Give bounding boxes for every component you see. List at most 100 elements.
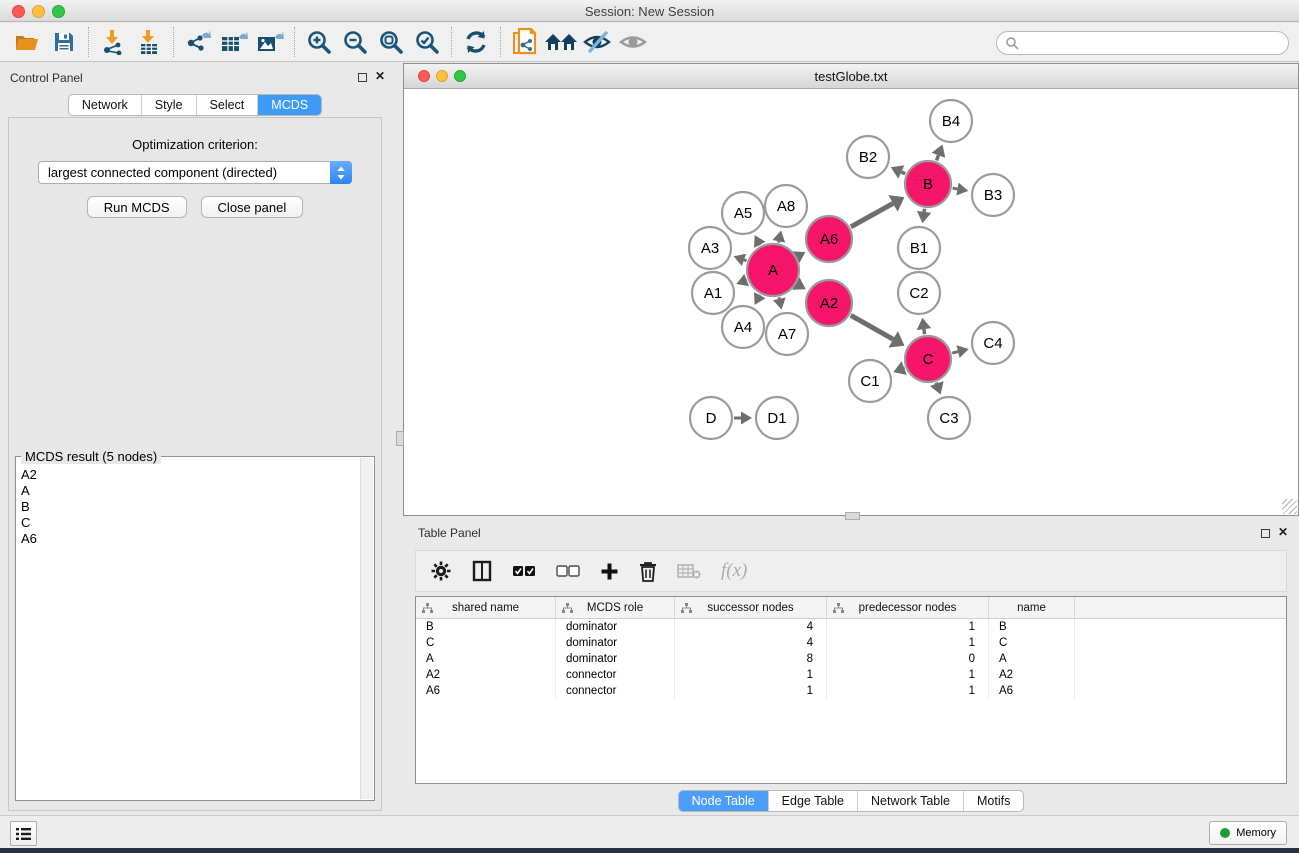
function-builder-icon[interactable]: f(x) bbox=[721, 560, 747, 582]
mcds-result-item[interactable]: C bbox=[21, 515, 374, 531]
search-input[interactable] bbox=[996, 31, 1289, 55]
node-B2[interactable]: B2 bbox=[847, 136, 889, 178]
hide-graphics-details-icon[interactable] bbox=[579, 26, 615, 58]
export-table-icon[interactable] bbox=[216, 26, 252, 58]
edge-D-D1[interactable] bbox=[734, 412, 752, 425]
open-file-icon[interactable] bbox=[10, 26, 46, 58]
node-D1[interactable]: D1 bbox=[756, 397, 798, 439]
node-B[interactable]: B bbox=[905, 161, 951, 207]
mcds-result-item[interactable]: A6 bbox=[21, 531, 374, 547]
edge-C-C2[interactable] bbox=[917, 318, 931, 334]
edge-B-B4[interactable] bbox=[932, 144, 946, 160]
node-C2[interactable]: C2 bbox=[898, 272, 940, 314]
node-A3[interactable]: A3 bbox=[689, 227, 731, 269]
column-header-name[interactable]: name bbox=[989, 597, 1075, 618]
network-overview-houses-icon[interactable] bbox=[543, 26, 579, 58]
edge-B-B2[interactable] bbox=[891, 165, 905, 178]
add-column-icon[interactable] bbox=[600, 562, 619, 581]
edge-A2-C[interactable] bbox=[851, 315, 905, 347]
select-all-icon[interactable] bbox=[512, 564, 536, 578]
node-D[interactable]: D bbox=[690, 397, 732, 439]
node-label: C3 bbox=[939, 410, 958, 427]
edge-A-A8[interactable] bbox=[772, 230, 785, 242]
delete-table-icon[interactable] bbox=[677, 562, 701, 580]
node-A8[interactable]: A8 bbox=[765, 185, 807, 227]
zoom-out-icon[interactable] bbox=[337, 26, 373, 58]
table-row[interactable]: A6connector11A6 bbox=[416, 683, 1286, 699]
table-body: Bdominator41BCdominator41CAdominator80AA… bbox=[416, 619, 1286, 699]
edge-B-B3[interactable] bbox=[953, 183, 969, 196]
result-scrollbar[interactable] bbox=[360, 458, 373, 799]
node-C1[interactable]: C1 bbox=[849, 360, 891, 402]
task-history-button[interactable] bbox=[10, 821, 37, 846]
node-label: B3 bbox=[984, 187, 1002, 204]
zoom-selected-icon[interactable] bbox=[409, 26, 445, 58]
tab-network-table[interactable]: Network Table bbox=[857, 791, 963, 811]
clone-network-icon[interactable] bbox=[507, 26, 543, 58]
criterion-select[interactable]: largest connected component (directed) bbox=[38, 161, 352, 184]
tab-style[interactable]: Style bbox=[141, 95, 196, 115]
edge-A-A3[interactable] bbox=[734, 254, 747, 266]
save-session-icon[interactable] bbox=[46, 26, 82, 58]
edge-C-C3[interactable] bbox=[930, 381, 944, 394]
column-header-shared-name[interactable]: shared name bbox=[416, 597, 556, 618]
show-graphics-details-icon[interactable] bbox=[615, 26, 651, 58]
node-A1[interactable]: A1 bbox=[692, 272, 734, 314]
clear-selection-icon[interactable] bbox=[556, 564, 580, 578]
node-C4[interactable]: C4 bbox=[972, 322, 1014, 364]
node-A2[interactable]: A2 bbox=[806, 280, 852, 326]
network-canvas[interactable]: A A1 A2 A3 A4 A5 A6 A7 A8 B B1 B2 B3 B4 C C1 C2 C3 C4 D D1 bbox=[404, 89, 1298, 515]
node-B3[interactable]: B3 bbox=[972, 174, 1014, 216]
table-options-gear-icon[interactable] bbox=[430, 560, 452, 582]
close-panel-button[interactable]: Close panel bbox=[201, 196, 304, 218]
table-row[interactable]: Bdominator41B bbox=[416, 619, 1286, 635]
tab-select[interactable]: Select bbox=[196, 95, 258, 115]
column-header-successor-nodes[interactable]: successor nodes bbox=[675, 597, 827, 618]
edge-B-B1[interactable] bbox=[917, 209, 931, 223]
run-mcds-button[interactable]: Run MCDS bbox=[87, 196, 187, 218]
table-row[interactable]: A2connector11A2 bbox=[416, 667, 1286, 683]
delete-column-trash-icon[interactable] bbox=[639, 561, 657, 582]
zoom-fit-icon[interactable] bbox=[373, 26, 409, 58]
close-table-panel-icon[interactable]: ✕ bbox=[1278, 525, 1288, 539]
mcds-result-item[interactable]: B bbox=[21, 499, 374, 515]
column-header-predecessor-nodes[interactable]: predecessor nodes bbox=[827, 597, 989, 618]
node-A6[interactable]: A6 bbox=[806, 216, 852, 262]
window-resize-grip[interactable] bbox=[1282, 499, 1297, 514]
tab-edge-table[interactable]: Edge Table bbox=[768, 791, 857, 811]
node-A4[interactable]: A4 bbox=[722, 306, 764, 348]
canvas-left-scroll-stub[interactable] bbox=[396, 431, 404, 446]
export-network-icon[interactable] bbox=[180, 26, 216, 58]
node-B1[interactable]: B1 bbox=[898, 227, 940, 269]
import-table-icon[interactable] bbox=[131, 26, 167, 58]
node-C3[interactable]: C3 bbox=[928, 397, 970, 439]
edge-A6-B[interactable] bbox=[851, 195, 905, 227]
mcds-result-item[interactable]: A2 bbox=[21, 467, 374, 483]
refresh-layout-icon[interactable] bbox=[458, 26, 494, 58]
column-panel-icon[interactable] bbox=[472, 560, 492, 582]
float-table-panel-icon[interactable] bbox=[1261, 529, 1270, 538]
node-B4[interactable]: B4 bbox=[930, 100, 972, 142]
edge-C-C4[interactable] bbox=[952, 345, 968, 358]
memory-button[interactable]: Memory bbox=[1209, 821, 1287, 845]
table-row[interactable]: Adominator80A bbox=[416, 651, 1286, 667]
edge-A-A7[interactable] bbox=[773, 297, 786, 309]
canvas-bottom-scroll-stub[interactable] bbox=[845, 512, 860, 520]
zoom-in-icon[interactable] bbox=[301, 26, 337, 58]
node-C[interactable]: C bbox=[905, 336, 951, 382]
node-A7[interactable]: A7 bbox=[766, 313, 808, 355]
export-image-icon[interactable] bbox=[252, 26, 288, 58]
node-A[interactable]: A bbox=[747, 244, 799, 296]
mcds-result-item[interactable]: A bbox=[21, 483, 374, 499]
close-panel-icon[interactable]: ✕ bbox=[375, 69, 385, 83]
float-panel-icon[interactable] bbox=[358, 73, 367, 82]
tab-node-table[interactable]: Node Table bbox=[679, 791, 768, 811]
cell-MCDS-role: dominator bbox=[556, 651, 675, 667]
import-network-icon[interactable] bbox=[95, 26, 131, 58]
node-A5[interactable]: A5 bbox=[722, 192, 764, 234]
tab-mcds[interactable]: MCDS bbox=[257, 95, 321, 115]
column-header-MCDS-role[interactable]: MCDS role bbox=[556, 597, 675, 618]
table-row[interactable]: Cdominator41C bbox=[416, 635, 1286, 651]
tab-motifs[interactable]: Motifs bbox=[963, 791, 1023, 811]
tab-network[interactable]: Network bbox=[69, 95, 141, 115]
